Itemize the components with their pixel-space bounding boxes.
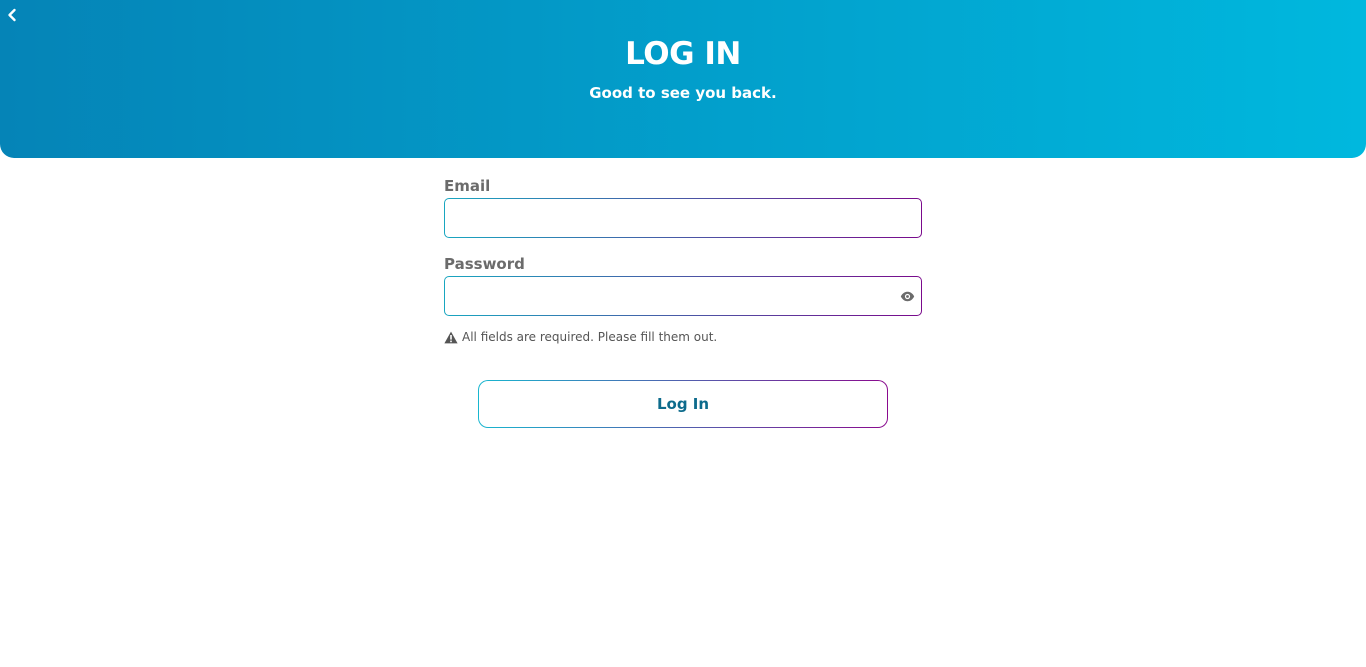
login-form: Email Password All fields are required. … [444,176,922,344]
show-password-toggle[interactable] [899,289,915,303]
login-button-border: Log In [478,380,888,428]
password-field[interactable] [445,277,921,315]
email-label: Email [444,177,491,195]
password-field-wrapper [444,276,922,316]
validation-message: All fields are required. Please fill the… [444,330,922,344]
page-title: LOG IN [625,36,741,72]
validation-text: All fields are required. Please fill the… [462,330,718,344]
chevron-left-icon [8,8,16,22]
email-field[interactable] [445,199,921,237]
email-group: Email [444,176,922,238]
warning-icon [444,331,458,343]
password-label: Password [444,255,525,273]
page-subtitle: Good to see you back. [589,84,777,102]
page-header: LOG IN Good to see you back. [0,0,1366,158]
back-button[interactable] [2,4,22,26]
eye-icon [900,291,914,301]
email-field-wrapper [444,198,922,238]
password-group: Password [444,254,922,316]
login-button[interactable]: Log In [479,381,887,427]
